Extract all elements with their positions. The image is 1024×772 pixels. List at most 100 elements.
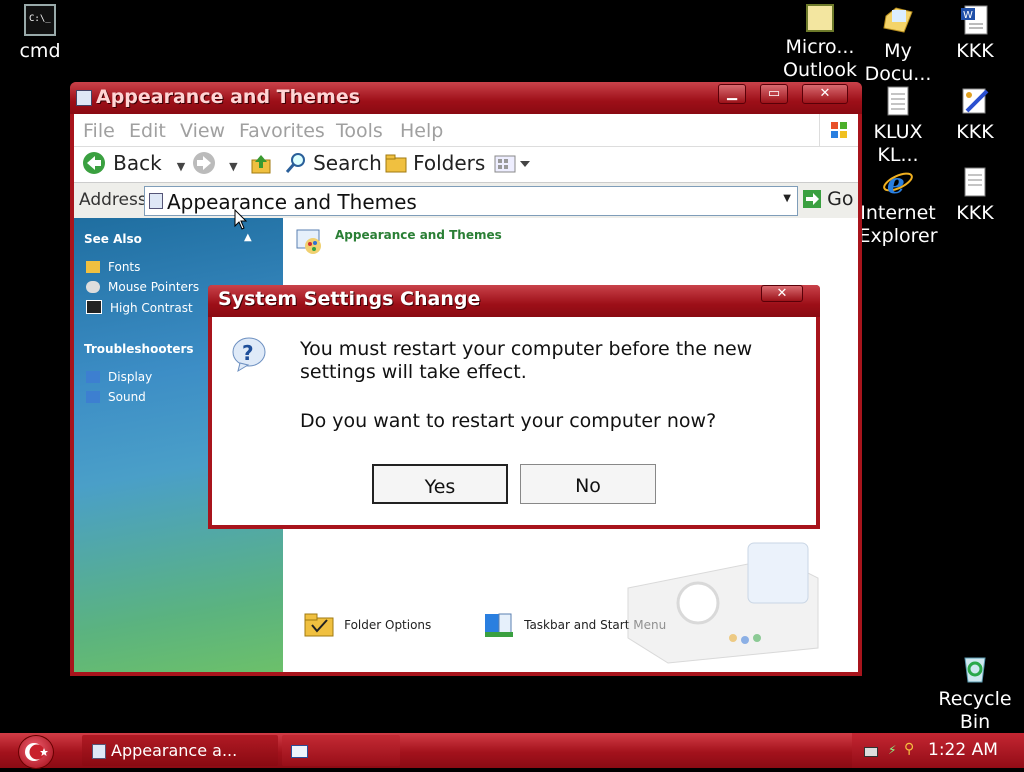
task-folder-options[interactable]: Folder Options bbox=[303, 610, 431, 638]
taskbar-start-menu-icon bbox=[485, 613, 513, 637]
taskbar-task-second[interactable] bbox=[282, 735, 400, 766]
desktop-icon-label: Recycle Bin bbox=[938, 688, 1012, 733]
toolbar: Back ▼ ▼ Search Folders bbox=[74, 146, 858, 183]
address-dropdown-icon[interactable]: ▼ bbox=[783, 193, 791, 204]
search-label: Search bbox=[313, 151, 382, 175]
taskbar-task-label: Appearance a... bbox=[111, 741, 238, 760]
link-display-label: Display bbox=[108, 370, 153, 384]
address-value: Appearance and Themes bbox=[167, 190, 417, 214]
desktop-icon-label: KKK bbox=[956, 40, 994, 62]
views-icon bbox=[494, 155, 530, 173]
link-display[interactable]: Display bbox=[86, 370, 152, 384]
search-icon bbox=[285, 153, 305, 173]
desktop-icon-label: KLUX KL... bbox=[873, 121, 923, 166]
desktop-icon-outlook[interactable]: Micro... Outlook bbox=[780, 4, 860, 82]
control-panel-icon bbox=[92, 744, 106, 759]
window-icon bbox=[291, 745, 308, 758]
menu-view[interactable]: View bbox=[180, 120, 225, 142]
maximize-button[interactable]: ▭ bbox=[760, 84, 788, 104]
link-mouse-pointers[interactable]: Mouse Pointers bbox=[86, 280, 199, 294]
go-label: Go bbox=[827, 188, 854, 210]
back-button[interactable]: Back ▼ bbox=[82, 151, 185, 175]
link-sound[interactable]: Sound bbox=[86, 390, 146, 404]
task-folder-options-label: Folder Options bbox=[344, 617, 432, 632]
desktop-icon-klux[interactable]: KLUX KL... bbox=[858, 85, 938, 167]
menu-help[interactable]: Help bbox=[400, 120, 443, 142]
menu-tools[interactable]: Tools bbox=[336, 120, 383, 142]
crescent-star-icon bbox=[25, 743, 48, 761]
internet-explorer-icon: e bbox=[882, 166, 914, 200]
desktop-icon-kkk-paint[interactable]: KKK bbox=[935, 85, 1015, 144]
close-button[interactable]: ✕ bbox=[802, 84, 848, 104]
mouse-icon bbox=[86, 281, 100, 293]
desktop-icon-kkk-text[interactable]: KKK bbox=[935, 166, 1015, 225]
desktop-icon-my-documents[interactable]: My Docu... bbox=[858, 4, 938, 86]
window-titlebar[interactable]: Appearance and Themes ▁ ▭ ✕ bbox=[70, 82, 862, 114]
link-fonts[interactable]: Fonts bbox=[86, 260, 140, 274]
address-label: Address bbox=[79, 190, 147, 210]
recycle-bin-icon bbox=[959, 652, 991, 684]
question-icon: ? bbox=[232, 337, 266, 373]
high-contrast-icon bbox=[86, 300, 102, 314]
no-button[interactable]: No bbox=[520, 464, 656, 504]
link-high-contrast[interactable]: High Contrast bbox=[86, 300, 193, 315]
troubleshooters-heading: Troubleshooters bbox=[84, 342, 194, 356]
forward-arrow-icon bbox=[193, 152, 215, 174]
link-sound-label: Sound bbox=[108, 390, 146, 404]
taskbar-task-appearance[interactable]: Appearance a... bbox=[82, 735, 278, 766]
close-icon: ✕ bbox=[819, 86, 831, 101]
desktop-icon-kkk-word[interactable]: W KKK bbox=[935, 4, 1015, 63]
outlook-icon bbox=[806, 4, 834, 32]
menu-favorites[interactable]: Favorites bbox=[239, 120, 325, 142]
desktop-icon-label: cmd bbox=[19, 40, 61, 62]
back-arrow-icon bbox=[83, 152, 105, 174]
close-icon: ✕ bbox=[776, 286, 788, 301]
help-icon bbox=[86, 371, 100, 383]
link-fonts-label: Fonts bbox=[108, 260, 141, 274]
go-button[interactable]: Go bbox=[802, 188, 853, 210]
menu-edit[interactable]: Edit bbox=[129, 120, 166, 142]
yes-button[interactable]: Yes bbox=[372, 464, 508, 504]
dialog-title: System Settings Change bbox=[218, 288, 481, 310]
see-also-heading: See Also bbox=[84, 232, 142, 246]
desktop-icon-cmd[interactable]: C:\_ cmd bbox=[0, 4, 80, 63]
up-folder-icon bbox=[251, 155, 271, 174]
window-title: Appearance and Themes bbox=[96, 86, 361, 108]
paint-icon bbox=[959, 85, 991, 117]
chevron-down-icon: ▼ bbox=[176, 160, 186, 173]
search-button[interactable]: Search bbox=[284, 151, 382, 175]
desktop-icon-label: KKK bbox=[956, 202, 994, 224]
folder-options-icon bbox=[304, 613, 334, 637]
dialog-question: Do you want to restart your computer now… bbox=[300, 410, 717, 432]
keyboard-icon[interactable] bbox=[864, 747, 878, 757]
forward-button[interactable]: ▼ bbox=[192, 151, 238, 175]
content-header: Appearance and Themes bbox=[335, 228, 502, 242]
svg-text:W: W bbox=[963, 10, 973, 21]
word-document-icon: W bbox=[959, 4, 991, 36]
desktop-icon-label: Internet Explorer bbox=[858, 202, 938, 247]
desktop-icon-internet-explorer[interactable]: e Internet Explorer bbox=[858, 166, 938, 248]
search-tray-icon[interactable]: ⚲ bbox=[904, 741, 914, 757]
notepad-icon bbox=[882, 85, 914, 117]
up-folder-button[interactable] bbox=[250, 153, 272, 179]
network-icon[interactable]: ⚡ bbox=[888, 743, 896, 757]
taskbar: Appearance a... ⚡ ⚲ 1:22 AM bbox=[0, 733, 1024, 769]
start-button[interactable] bbox=[18, 735, 54, 769]
dialog-close-button[interactable]: ✕ bbox=[761, 285, 803, 302]
window-app-icon bbox=[76, 90, 92, 106]
svg-text:e: e bbox=[887, 167, 905, 198]
desktop-icon-label: KKK bbox=[956, 121, 994, 143]
folders-label: Folders bbox=[413, 151, 486, 175]
menu-file[interactable]: File bbox=[83, 120, 115, 142]
svg-text:?: ? bbox=[242, 341, 254, 365]
clock: 1:22 AM bbox=[928, 740, 998, 760]
desktop-icon-recycle-bin[interactable]: Recycle Bin bbox=[935, 652, 1015, 734]
collapse-icon[interactable]: ▲ bbox=[244, 232, 252, 243]
minimize-button[interactable]: ▁ bbox=[718, 84, 746, 104]
control-panel-watermark-icon bbox=[627, 542, 819, 664]
folders-button[interactable]: Folders bbox=[384, 151, 485, 175]
views-button[interactable] bbox=[494, 155, 534, 177]
dialog-titlebar[interactable]: System Settings Change ✕ bbox=[208, 285, 820, 317]
link-high-contrast-label: High Contrast bbox=[110, 301, 193, 315]
dialog-body: ? You must restart your computer before … bbox=[212, 317, 816, 525]
